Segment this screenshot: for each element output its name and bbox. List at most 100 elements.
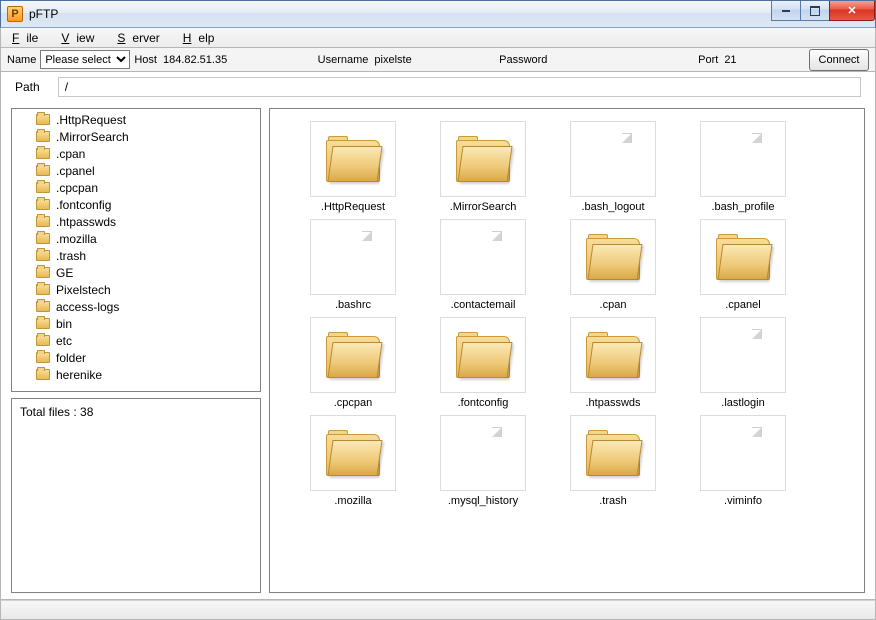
tree-item[interactable]: .cpan xyxy=(12,145,260,162)
tree-item-label: access-logs xyxy=(56,300,119,314)
maximize-button[interactable] xyxy=(800,1,830,21)
tree-item-label: .trash xyxy=(56,249,86,263)
grid-item[interactable]: .bash_profile xyxy=(678,121,808,213)
tree-item[interactable]: .HttpRequest xyxy=(12,111,260,128)
folder-icon xyxy=(36,301,50,312)
menubar: File View Server Help xyxy=(0,28,876,48)
tree-item[interactable]: folder xyxy=(12,349,260,366)
folder-icon xyxy=(36,335,50,346)
menu-view[interactable]: View xyxy=(54,30,108,46)
tree-item[interactable]: herenike xyxy=(12,366,260,383)
file-grid-scroll[interactable]: .HttpRequest .MirrorSearch .bash_logout .ba… xyxy=(270,109,864,592)
tree-item[interactable]: .trash xyxy=(12,247,260,264)
grid-item[interactable]: .viminfo xyxy=(678,415,808,507)
tree-item[interactable]: .cpcpan xyxy=(12,179,260,196)
grid-item[interactable]: .HttpRequest xyxy=(288,121,418,213)
tree-item[interactable]: .fontconfig xyxy=(12,196,260,213)
folder-icon xyxy=(36,233,50,244)
password-label: Password xyxy=(499,54,547,66)
path-label: Path xyxy=(15,80,40,94)
tree-item-label: .htpasswds xyxy=(56,215,116,229)
tree-item[interactable]: .mozilla xyxy=(12,230,260,247)
app-icon: P xyxy=(7,6,23,22)
connection-bar: Name Please select Host Username Passwor… xyxy=(0,48,876,72)
total-files-label: Total files : xyxy=(20,405,77,419)
tree-item-label: .cpan xyxy=(56,147,85,161)
info-panel: Total files : 38 xyxy=(11,398,261,593)
connect-button[interactable]: Connect xyxy=(809,49,869,71)
folder-icon xyxy=(36,148,50,159)
grid-item[interactable]: .cpanel xyxy=(678,219,808,311)
tree-item-label: bin xyxy=(56,317,72,331)
folder-icon xyxy=(36,131,50,142)
grid-item-label: .MirrorSearch xyxy=(450,201,517,213)
grid-item-label: .mozilla xyxy=(334,495,371,507)
menu-file[interactable]: File xyxy=(5,30,52,46)
tree-item[interactable]: GE xyxy=(12,264,260,281)
grid-item[interactable]: .contactemail xyxy=(418,219,548,311)
tree-item-label: herenike xyxy=(56,368,102,382)
tree-item[interactable]: access-logs xyxy=(12,298,260,315)
tree-item-label: Pixelstech xyxy=(56,283,111,297)
folder-icon xyxy=(700,219,786,295)
folder-icon xyxy=(310,121,396,197)
file-grid-panel: .HttpRequest .MirrorSearch .bash_logout .ba… xyxy=(269,108,865,593)
grid-item[interactable]: .bashrc xyxy=(288,219,418,311)
grid-item-label: .viminfo xyxy=(724,495,762,507)
tree-item[interactable]: .cpanel xyxy=(12,162,260,179)
tree-item-label: .cpanel xyxy=(56,164,95,178)
path-input[interactable] xyxy=(58,77,861,97)
tree-item[interactable]: etc xyxy=(12,332,260,349)
menu-help[interactable]: Help xyxy=(176,30,229,46)
content-area: .HttpRequest.MirrorSearch.cpan.cpanel.cp… xyxy=(0,102,876,600)
grid-item[interactable]: .mozilla xyxy=(288,415,418,507)
grid-item-label: .HttpRequest xyxy=(321,201,385,213)
grid-item[interactable]: .cpcpan xyxy=(288,317,418,409)
username-input[interactable] xyxy=(372,50,452,69)
folder-icon xyxy=(36,369,50,380)
folder-icon xyxy=(36,284,50,295)
folder-icon xyxy=(36,250,50,261)
grid-item[interactable]: .bash_logout xyxy=(548,121,678,213)
username-label: Username xyxy=(318,54,369,66)
grid-item-label: .lastlogin xyxy=(721,397,764,409)
grid-item-label: .cpan xyxy=(600,299,627,311)
folder-tree[interactable]: .HttpRequest.MirrorSearch .cpan .cpanel .cp… xyxy=(12,109,260,391)
folder-icon xyxy=(36,352,50,363)
folder-icon xyxy=(440,317,526,393)
folder-icon xyxy=(570,415,656,491)
status-bar xyxy=(0,600,876,620)
grid-item[interactable]: .lastlogin xyxy=(678,317,808,409)
password-input[interactable] xyxy=(551,50,651,69)
grid-item-label: .fontconfig xyxy=(458,397,509,409)
host-input[interactable] xyxy=(161,50,271,69)
grid-item[interactable]: .MirrorSearch xyxy=(418,121,548,213)
path-bar: Path xyxy=(0,72,876,102)
grid-item[interactable]: .htpasswds xyxy=(548,317,678,409)
port-input[interactable] xyxy=(722,50,762,69)
grid-item[interactable]: .mysql_history xyxy=(418,415,548,507)
grid-item[interactable]: .trash xyxy=(548,415,678,507)
minimize-button[interactable] xyxy=(771,1,801,21)
titlebar: P pFTP ✕ xyxy=(0,0,876,28)
file-icon xyxy=(700,415,786,491)
tree-item-label: .cpcpan xyxy=(56,181,98,195)
grid-item[interactable]: .fontconfig xyxy=(418,317,548,409)
window-title: pFTP xyxy=(29,7,58,21)
name-select[interactable]: Please select xyxy=(40,50,130,69)
grid-item[interactable]: .cpan xyxy=(548,219,678,311)
grid-item-label: .bash_logout xyxy=(582,201,645,213)
grid-item-label: .contactemail xyxy=(451,299,516,311)
tree-item[interactable]: bin xyxy=(12,315,260,332)
menu-server[interactable]: Server xyxy=(110,30,173,46)
grid-item-label: .cpcpan xyxy=(334,397,373,409)
tree-item[interactable]: .htpasswds xyxy=(12,213,260,230)
tree-item[interactable]: Pixelstech xyxy=(12,281,260,298)
tree-item-label: .HttpRequest xyxy=(56,113,126,127)
file-icon xyxy=(700,121,786,197)
tree-item-label: folder xyxy=(56,351,86,365)
grid-item-label: .cpanel xyxy=(725,299,760,311)
close-button[interactable]: ✕ xyxy=(829,1,875,21)
folder-tree-panel: .HttpRequest.MirrorSearch .cpan .cpanel .cp… xyxy=(11,108,261,392)
tree-item[interactable]: .MirrorSearch xyxy=(12,128,260,145)
